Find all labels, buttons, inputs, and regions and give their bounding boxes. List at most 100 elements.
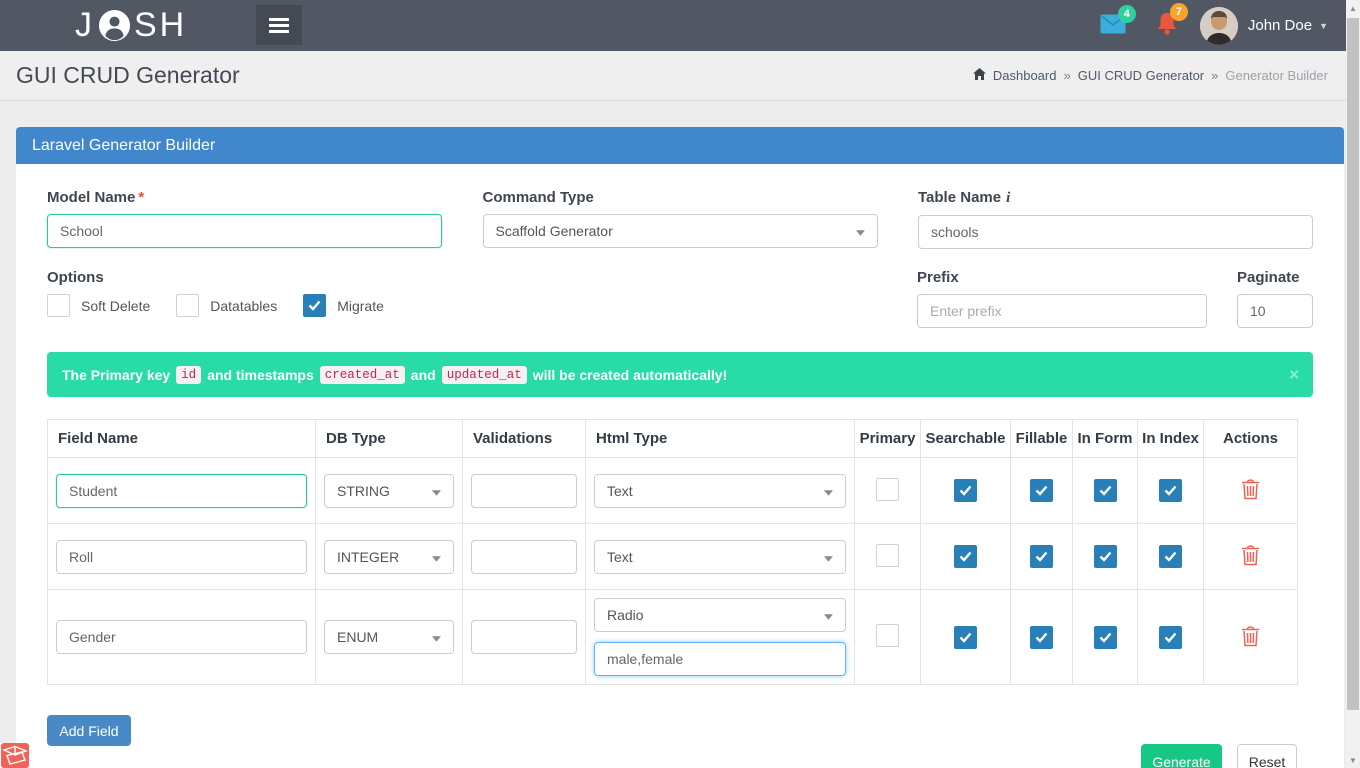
command-type-select[interactable]: Scaffold Generator [483, 214, 878, 248]
mail-count-badge: 4 [1118, 5, 1136, 23]
alert-text: and [411, 367, 436, 383]
html-type-select[interactable]: Radio [594, 598, 846, 632]
searchable-checkbox[interactable] [954, 545, 977, 568]
enum-values-input[interactable] [594, 642, 846, 676]
validations-input[interactable] [471, 540, 577, 574]
field-name-input[interactable] [56, 474, 307, 508]
alert-text: will be created automatically! [533, 367, 728, 383]
field-name-input[interactable] [56, 540, 307, 574]
datatables-label: Datatables [210, 298, 277, 314]
html-type-select[interactable]: Text [594, 540, 846, 574]
soft-delete-checkbox[interactable] [47, 294, 70, 317]
scrollbar-up-arrow[interactable]: ▲ [1346, 0, 1360, 16]
migrate-checkbox[interactable] [303, 294, 326, 317]
paginate-label: Paginate [1237, 269, 1313, 286]
searchable-checkbox[interactable] [954, 479, 977, 502]
alert-code-updated-at: updated_at [442, 366, 527, 384]
in-form-checkbox[interactable] [1094, 479, 1117, 502]
in-index-checkbox[interactable] [1159, 545, 1182, 568]
migrate-option[interactable]: Migrate [303, 294, 384, 317]
header-primary: Primary [855, 420, 921, 458]
datatables-option[interactable]: Datatables [176, 294, 277, 317]
table-name-input[interactable] [918, 215, 1313, 249]
chevron-down-icon [432, 483, 441, 499]
user-name[interactable]: John Doe [1248, 17, 1312, 34]
delete-field-button[interactable] [1241, 625, 1260, 650]
delete-field-button[interactable] [1241, 544, 1260, 569]
laravel-logo-badge [0, 743, 38, 768]
paginate-input[interactable] [1237, 294, 1313, 328]
delete-field-button[interactable] [1241, 478, 1260, 503]
primary-checkbox[interactable] [876, 544, 899, 567]
field-name-input[interactable] [56, 620, 307, 654]
primary-checkbox[interactable] [876, 478, 899, 501]
db-type-select[interactable]: ENUM [324, 620, 454, 654]
prefix-label: Prefix [917, 269, 1207, 286]
add-field-button[interactable]: Add Field [47, 715, 131, 746]
josh-logo[interactable]: J SH [75, 0, 187, 51]
info-icon: i [1006, 190, 1010, 206]
header-fillable: Fillable [1011, 420, 1073, 458]
logo-text-pre: J [75, 6, 95, 45]
validations-input[interactable] [471, 474, 577, 508]
scrollbar-thumb[interactable] [1347, 18, 1359, 710]
generator-builder-panel: Laravel Generator Builder Model Name* Co… [16, 127, 1344, 768]
in-form-checkbox[interactable] [1094, 545, 1117, 568]
fillable-checkbox[interactable] [1030, 479, 1053, 502]
alert-code-created-at: created_at [320, 366, 405, 384]
fillable-checkbox[interactable] [1030, 626, 1053, 649]
primary-checkbox[interactable] [876, 624, 899, 647]
breadcrumb-separator: » [1063, 68, 1070, 83]
header-db-type: DB Type [316, 420, 463, 458]
command-type-label: Command Type [483, 189, 878, 206]
searchable-checkbox[interactable] [954, 626, 977, 649]
breadcrumb-separator: » [1211, 68, 1218, 83]
person-circle-icon [98, 9, 131, 42]
db-type-select[interactable]: INTEGER [324, 540, 454, 574]
header-html-type: Html Type [586, 420, 855, 458]
panel-title: Laravel Generator Builder [32, 137, 215, 155]
chevron-down-icon [856, 223, 865, 239]
model-name-input[interactable] [47, 214, 442, 248]
header-searchable: Searchable [921, 420, 1011, 458]
options-label: Options [47, 269, 396, 286]
html-type-select[interactable]: Text [594, 474, 846, 508]
fields-table: Field Name DB Type Validations Html Type… [47, 419, 1298, 685]
header-in-form: In Form [1073, 420, 1138, 458]
in-index-checkbox[interactable] [1159, 626, 1182, 649]
laravel-icon [0, 743, 30, 768]
chevron-down-icon [432, 629, 441, 645]
breadcrumb-gui-crud-generator[interactable]: GUI CRUD Generator [1078, 68, 1204, 83]
in-index-checkbox[interactable] [1159, 479, 1182, 502]
home-icon [973, 68, 986, 83]
datatables-checkbox[interactable] [176, 294, 199, 317]
trash-icon [1241, 635, 1260, 650]
messages-menu[interactable]: 4 [1100, 14, 1126, 37]
breadcrumb-dashboard[interactable]: Dashboard [993, 68, 1057, 83]
soft-delete-option[interactable]: Soft Delete [47, 294, 150, 317]
trash-icon [1241, 488, 1260, 503]
alert-text: and timestamps [207, 367, 314, 383]
user-menu-caret-icon[interactable]: ▼ [1319, 21, 1328, 31]
breadcrumb-current: Generator Builder [1225, 68, 1328, 83]
notifications-menu[interactable]: 7 [1156, 12, 1178, 39]
bell-icon [1156, 23, 1178, 39]
alert-code-id: id [176, 366, 201, 384]
sidebar-toggle-button[interactable] [256, 5, 302, 45]
field-row-roll: INTEGER Text [48, 524, 1298, 590]
notification-count-badge: 7 [1170, 3, 1188, 21]
scrollbar[interactable]: ▲ ▼ [1346, 0, 1360, 768]
reset-button[interactable]: Reset [1237, 744, 1297, 768]
generate-button[interactable]: Generate [1141, 744, 1222, 768]
user-avatar[interactable] [1200, 7, 1238, 45]
prefix-input[interactable] [917, 294, 1207, 328]
validations-input[interactable] [471, 620, 577, 654]
chevron-down-icon [824, 483, 833, 499]
panel-header: Laravel Generator Builder [16, 127, 1344, 164]
field-row-student: STRING Text [48, 458, 1298, 524]
db-type-select[interactable]: STRING [324, 474, 454, 508]
in-form-checkbox[interactable] [1094, 626, 1117, 649]
fillable-checkbox[interactable] [1030, 545, 1053, 568]
scrollbar-down-arrow[interactable]: ▼ [1346, 752, 1360, 768]
alert-close-button[interactable]: × [1289, 365, 1299, 385]
